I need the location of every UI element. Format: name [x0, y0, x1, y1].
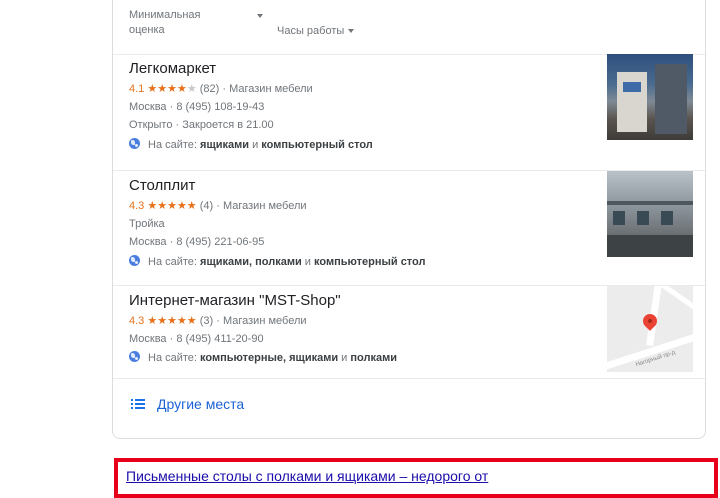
place-result-stolplit[interactable]: Столплит 4.3 ★★★★★ (4) · Магазин мебели …	[113, 170, 707, 285]
place-category: Магазин мебели	[222, 315, 307, 327]
globe-icon	[129, 138, 140, 149]
local-results-card: Минимальная оценка Часы работы Легкомарк…	[112, 0, 707, 439]
place-rating-line: 4.3 ★★★★★ (4) · Магазин мебели	[129, 200, 307, 212]
chevron-down-icon	[257, 14, 263, 18]
min-rating-filter-label: Минимальная оценка	[129, 9, 201, 36]
place-result-legkomarket[interactable]: Легкомаркет 4.1 ★★★★★ (82) · Магазин меб…	[113, 54, 707, 169]
place-name[interactable]: Легкомаркет	[129, 60, 216, 77]
place-address-phone: Москва · 8 (495) 108-19-43	[129, 101, 265, 113]
place-name[interactable]: Столплит	[129, 177, 195, 194]
star-rating-icon: ★★★★★	[147, 315, 197, 327]
more-places-link[interactable]: Другие места	[131, 396, 244, 412]
place-photo[interactable]	[607, 171, 693, 257]
highlighted-search-result: Письменные столы с полками и ящиками – н…	[114, 458, 718, 498]
list-icon	[131, 399, 145, 409]
globe-icon	[129, 255, 140, 266]
review-count: (4)	[199, 200, 214, 212]
place-site-snippet: На сайте: компьютерные, ящиками и полкам…	[129, 351, 397, 364]
star-rating-icon: ★★★★★	[147, 200, 197, 212]
search-result-title-link[interactable]: Письменные столы с полками и ящиками – н…	[126, 468, 488, 484]
place-rating-line: 4.1 ★★★★★ (82) · Магазин мебели	[129, 83, 313, 95]
place-address-phone: Москва · 8 (495) 411-20-90	[129, 333, 264, 345]
hours-filter-label: Часы работы	[277, 25, 345, 37]
review-count: (82)	[199, 83, 220, 95]
chevron-down-icon	[348, 29, 355, 34]
hours-filter[interactable]: Часы работы	[277, 24, 355, 39]
globe-icon	[129, 351, 140, 362]
place-site-snippet: На сайте: ящиками и компьютерный стол	[129, 138, 373, 151]
more-places-label: Другие места	[157, 396, 245, 412]
place-area: Тройка	[129, 218, 165, 230]
place-result-mst-shop[interactable]: Интернет-магазин "MST-Shop" 4.3 ★★★★★ (3…	[113, 285, 707, 400]
star-rating-icon: ★★★★★	[147, 83, 197, 95]
review-count: (3)	[199, 315, 214, 327]
place-site-snippet: На сайте: ящиками, полками и компьютерны…	[129, 255, 426, 268]
rating-value: 4.1	[129, 83, 145, 95]
place-rating-line: 4.3 ★★★★★ (3) · Магазин мебели	[129, 315, 307, 327]
place-category: Магазин мебели	[229, 83, 313, 95]
min-rating-filter[interactable]: Минимальная оценка	[129, 8, 269, 38]
rating-value: 4.3	[129, 315, 145, 327]
rating-value: 4.3	[129, 200, 145, 212]
place-name[interactable]: Интернет-магазин "MST-Shop"	[129, 292, 341, 309]
divider	[113, 378, 707, 379]
place-address-phone: Москва · 8 (495) 221-06-95	[129, 236, 265, 248]
place-category: Магазин мебели	[222, 200, 307, 212]
filters-bar: Минимальная оценка Часы работы	[129, 8, 689, 52]
map-thumbnail[interactable]: Нагорный пр-д	[607, 286, 693, 372]
place-photo[interactable]	[607, 54, 693, 140]
place-hours-status: Открыто · Закроется в 21.00	[129, 119, 274, 131]
